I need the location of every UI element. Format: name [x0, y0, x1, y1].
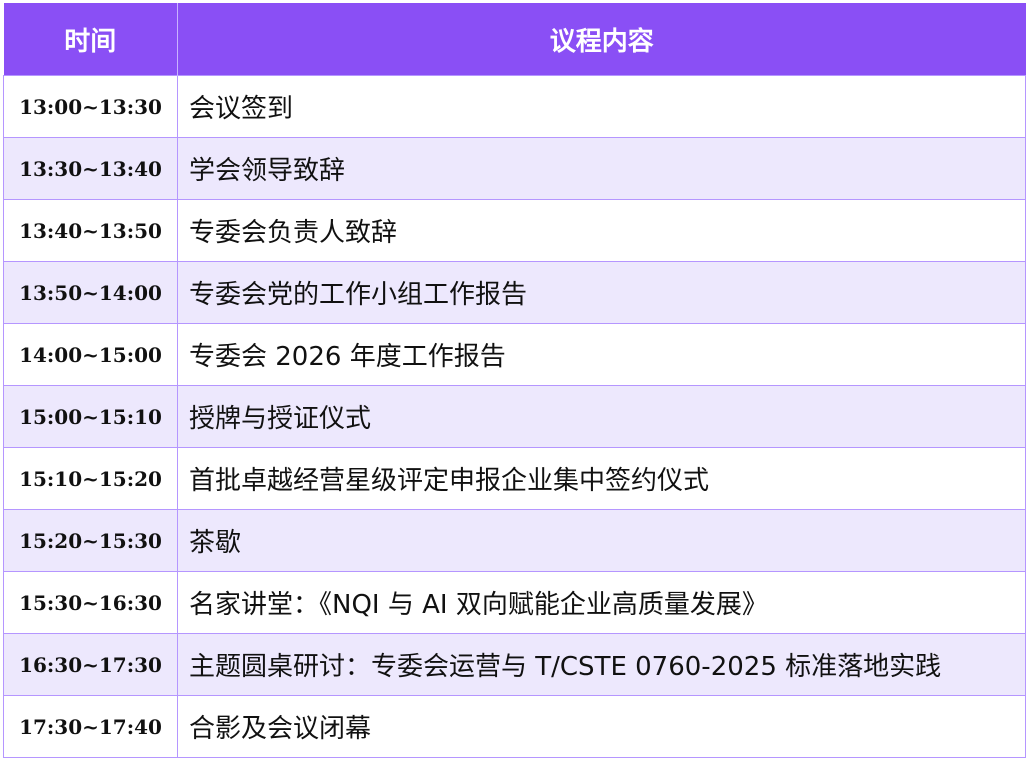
row-time: 17:30~17:40	[3, 695, 178, 758]
table-row: 15:20~15:30 茶歇	[3, 509, 1026, 572]
agenda-body: 13:00~13:30 会议签到 13:30~13:40 学会领导致辞 13:4…	[3, 75, 1026, 758]
row-time: 14:00~15:00	[3, 323, 178, 386]
table-row: 13:00~13:30 会议签到	[3, 75, 1026, 138]
table-row: 14:00~15:00 专委会 2026 年度工作报告	[3, 323, 1026, 386]
table-row: 13:50~14:00 专委会党的工作小组工作报告	[3, 261, 1026, 324]
row-item: 专委会 2026 年度工作报告	[177, 323, 1026, 386]
row-time: 13:50~14:00	[3, 261, 178, 324]
row-item: 首批卓越经营星级评定申报企业集中签约仪式	[177, 447, 1026, 510]
row-time: 15:30~16:30	[3, 571, 178, 634]
table-row: 13:40~13:50 专委会负责人致辞	[3, 199, 1026, 262]
row-item: 学会领导致辞	[177, 137, 1026, 200]
table-row: 15:00~15:10 授牌与授证仪式	[3, 385, 1026, 448]
row-item: 合影及会议闭幕	[177, 695, 1026, 758]
header-row: 时间 议程内容	[3, 3, 1026, 76]
row-time: 15:20~15:30	[3, 509, 178, 572]
row-time: 15:00~15:10	[3, 385, 178, 448]
row-item: 专委会负责人致辞	[177, 199, 1026, 262]
row-time: 13:30~13:40	[3, 137, 178, 200]
table-row: 13:30~13:40 学会领导致辞	[3, 137, 1026, 200]
row-item: 名家讲堂：《NQI 与 AI 双向赋能企业高质量发展》	[177, 571, 1026, 634]
header-time: 时间	[3, 3, 178, 76]
agenda-header: 时间 议程内容	[3, 3, 1026, 76]
row-item: 授牌与授证仪式	[177, 385, 1026, 448]
row-item: 主题圆桌研讨：专委会运营与 T/CSTE 0760-2025 标准落地实践	[177, 633, 1026, 696]
agenda-table: 时间 议程内容 13:00~13:30 会议签到 13:30~13:40 学会领…	[3, 3, 1026, 758]
row-time: 15:10~15:20	[3, 447, 178, 510]
table-row: 15:10~15:20 首批卓越经营星级评定申报企业集中签约仪式	[3, 447, 1026, 510]
row-item: 会议签到	[177, 75, 1026, 138]
table-row: 16:30~17:30 主题圆桌研讨：专委会运营与 T/CSTE 0760-20…	[3, 633, 1026, 696]
row-item: 专委会党的工作小组工作报告	[177, 261, 1026, 324]
table-row: 15:30~16:30 名家讲堂：《NQI 与 AI 双向赋能企业高质量发展》	[3, 571, 1026, 634]
row-time: 16:30~17:30	[3, 633, 178, 696]
row-item: 茶歇	[177, 509, 1026, 572]
row-time: 13:40~13:50	[3, 199, 178, 262]
header-content: 议程内容	[177, 3, 1026, 76]
table-row: 17:30~17:40 合影及会议闭幕	[3, 695, 1026, 758]
row-time: 13:00~13:30	[3, 75, 178, 138]
